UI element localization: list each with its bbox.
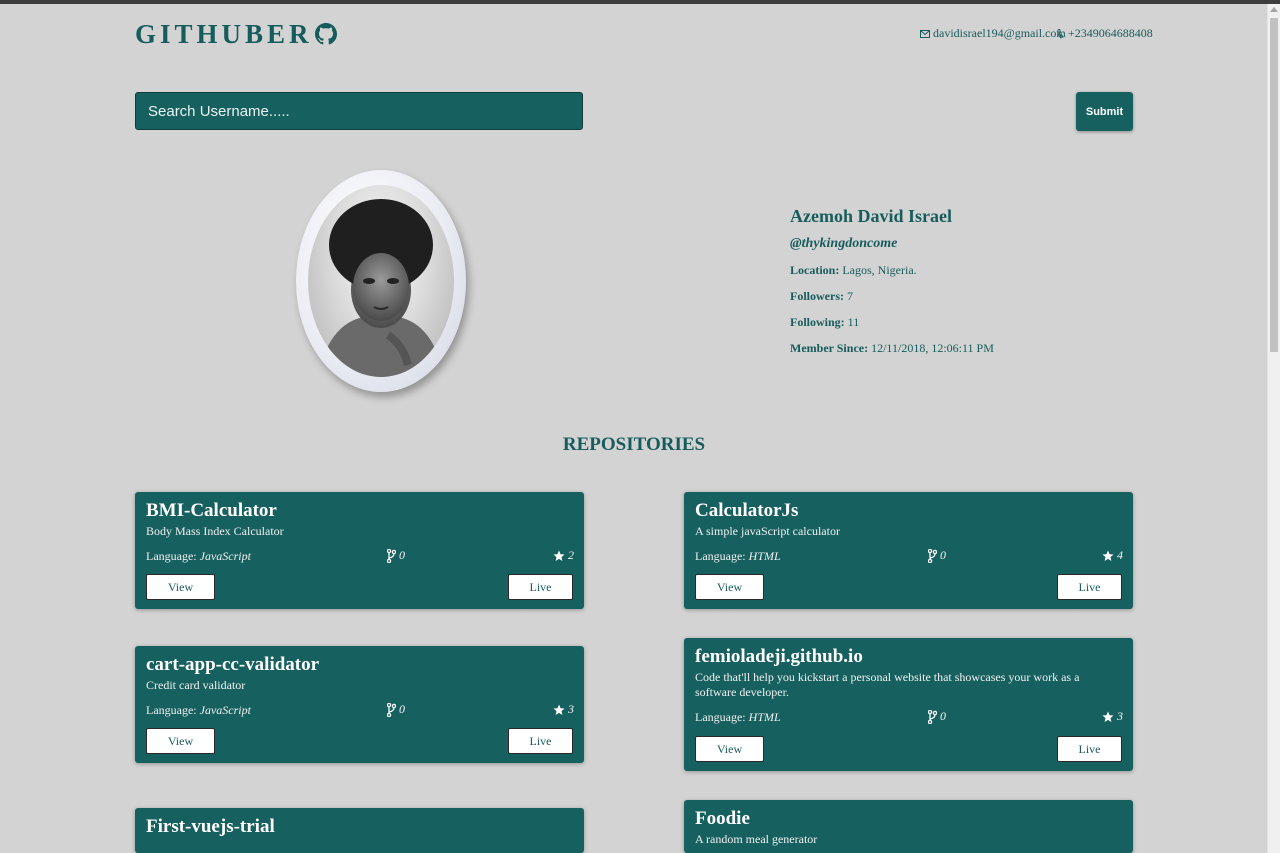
stars-count: 4 [1117, 548, 1123, 562]
repositories-title: REPOSITORIES [562, 434, 706, 455]
repo-description: Credit card validator [146, 678, 246, 692]
avatar-frame [296, 170, 466, 392]
repo-description: Body Mass Index Calculator [146, 524, 284, 538]
repo-name: femioladeji.github.io [695, 646, 863, 667]
phone-text: +2349064688408 [1068, 26, 1153, 40]
repo-name: CalculatorJs [695, 500, 799, 521]
repo-forks: 0 [387, 702, 405, 717]
forks-count: 0 [399, 548, 405, 562]
fork-icon [928, 709, 937, 724]
fork-icon [387, 548, 396, 563]
language-value: JavaScript [199, 703, 251, 717]
repo-forks: 0 [387, 548, 405, 563]
email-text: davidisrael194@gmail.com [933, 26, 1066, 40]
submit-button[interactable]: Submit [1076, 92, 1133, 131]
live-preview-button[interactable]: Live Preview [1057, 574, 1122, 609]
repo-language: Language: HTML [695, 549, 781, 564]
stars-count: 3 [1117, 709, 1123, 723]
avatar-photo [318, 199, 444, 377]
repo-name: Foodie [695, 808, 750, 829]
fork-icon [928, 548, 937, 563]
language-label: Language: [146, 549, 197, 563]
language-label: Language: [695, 710, 746, 724]
followers-label: Followers: [790, 289, 844, 303]
window-top-border [0, 0, 1280, 4]
following-value: 11 [847, 315, 860, 329]
repo-name: cart-app-cc-validator [146, 654, 320, 675]
repo-language: Language: JavaScript [146, 703, 251, 718]
avatar [308, 185, 454, 377]
language-value: HTML [748, 710, 781, 724]
repo-forks: 0 [928, 709, 946, 724]
repo-stars: 3 [553, 702, 574, 717]
repo-description: A random meal generator [695, 832, 818, 846]
scrollbar-thumb[interactable] [1270, 18, 1278, 352]
following-label: Following: [790, 315, 845, 329]
repo-description: Code that'll help you kickstart a person… [695, 670, 1080, 699]
repo-name: BMI-Calculator [146, 500, 277, 521]
location-label: Location: [790, 263, 840, 277]
view-readme-button[interactable]: View Readme [695, 574, 764, 609]
page-scrollbar[interactable] [1267, 4, 1280, 853]
language-value: JavaScript [199, 549, 251, 563]
language-label: Language: [695, 549, 746, 563]
repo-forks: 0 [928, 548, 946, 563]
star-icon [553, 550, 565, 561]
profile-location: Location: Lagos, Nigeria. [790, 263, 917, 278]
repo-stars: 2 [553, 548, 574, 563]
repo-card: femioladeji.github.io Code that'll help … [684, 638, 1133, 771]
profile-name: Azemoh David Israel [790, 206, 952, 226]
search-input[interactable] [135, 92, 583, 130]
profile-following: Following: 11 [790, 315, 859, 330]
stars-count: 3 [568, 702, 574, 716]
forks-count: 0 [940, 548, 946, 562]
fork-icon [387, 702, 396, 717]
profile-member-since: Member Since: 12/11/2018, 12:06:11 PM [790, 341, 994, 356]
view-readme-button[interactable]: View Readme [146, 728, 215, 763]
repo-card: cart-app-cc-validator Credit card valida… [135, 646, 584, 763]
repo-card: First-vuejs-trial [135, 808, 584, 853]
star-icon [1102, 711, 1114, 722]
repo-language: Language: JavaScript [146, 549, 251, 564]
stars-count: 2 [568, 548, 574, 562]
github-octocat-icon [314, 23, 337, 45]
contact-email[interactable]: davidisrael194@gmail.com [920, 26, 1066, 41]
live-preview-button[interactable]: Live Preview [508, 574, 573, 609]
star-icon [553, 704, 565, 715]
envelope-icon [920, 29, 930, 38]
app-logo[interactable]: GITHUBER [135, 18, 337, 50]
location-value: Lagos, Nigeria. [842, 263, 917, 277]
repo-stars: 4 [1102, 548, 1123, 563]
live-preview-button[interactable]: Live Preview [508, 728, 573, 763]
language-label: Language: [146, 703, 197, 717]
forks-count: 0 [399, 702, 405, 716]
followers-value: 7 [846, 289, 853, 303]
repo-name: First-vuejs-trial [146, 816, 275, 837]
member-since-label: Member Since: [790, 341, 869, 355]
profile-followers: Followers: 7 [790, 289, 853, 304]
repo-stars: 3 [1102, 709, 1123, 724]
repo-card: Foodie A random meal generator [684, 800, 1133, 853]
forks-count: 0 [940, 709, 946, 723]
phone-icon [1057, 28, 1064, 39]
repo-language: Language: HTML [695, 710, 781, 725]
repo-description: A simple javaScript calculator [695, 524, 840, 538]
live-preview-button[interactable]: Live Preview [1057, 736, 1122, 771]
repo-card: CalculatorJs A simple javaScript calcula… [684, 492, 1133, 609]
view-readme-button[interactable]: View Readme [695, 736, 764, 771]
profile-handle[interactable]: @thykingdoncome [790, 236, 897, 252]
contact-phone[interactable]: +2349064688408 [1057, 26, 1153, 41]
repo-card: BMI-Calculator Body Mass Index Calculato… [135, 492, 584, 609]
star-icon [1102, 550, 1114, 561]
view-readme-button[interactable]: View Readme [146, 574, 215, 609]
language-value: HTML [748, 549, 781, 563]
scroll-up-arrow-icon[interactable] [1270, 7, 1278, 12]
logo-text: GITHUBER [135, 18, 313, 49]
member-since-value: 12/11/2018, 12:06:11 PM [871, 341, 994, 355]
